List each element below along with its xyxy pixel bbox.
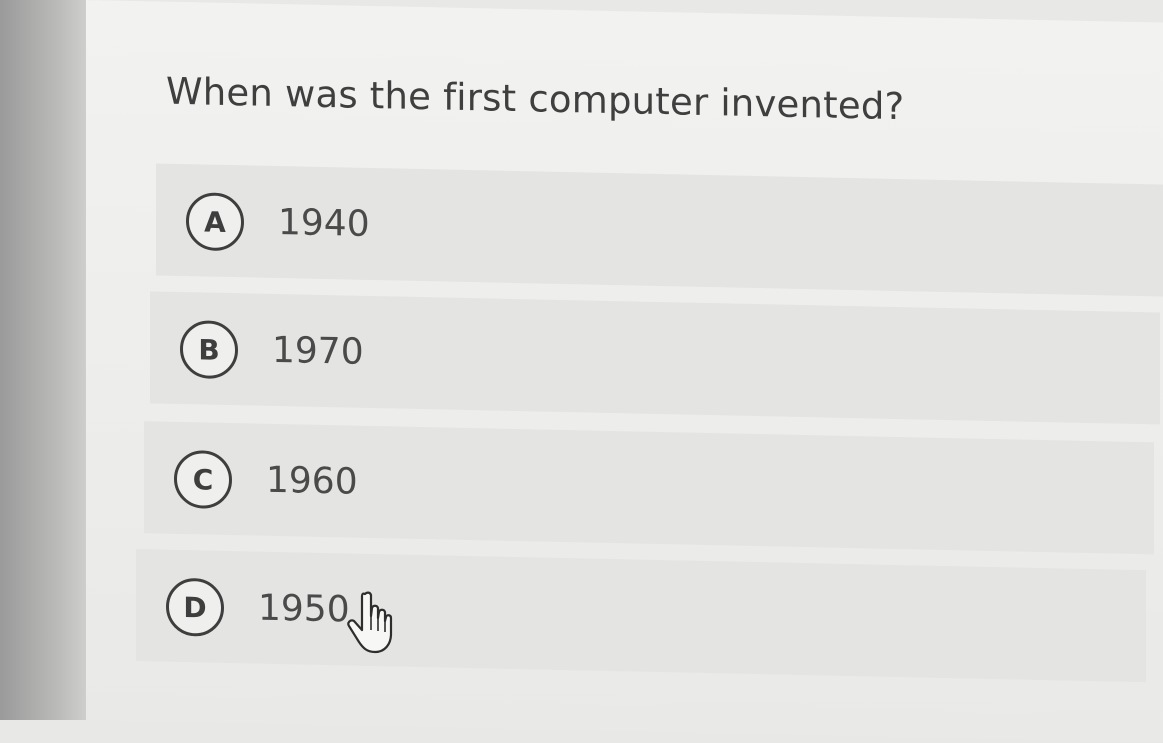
quiz-screen: When was the first computer invented? A …	[86, 0, 1163, 743]
screen-bezel	[0, 0, 92, 720]
option-answer-text: 1960	[266, 459, 358, 503]
option-letter-badge: A	[186, 192, 244, 252]
option-letter-badge: D	[166, 577, 224, 637]
option-letter-badge: B	[180, 319, 238, 380]
option-answer-text: 1940	[278, 202, 370, 245]
answer-option-c[interactable]: C 1960	[144, 421, 1154, 555]
hand-pointer-icon	[347, 591, 393, 654]
question-text: When was the first computer invented?	[166, 69, 905, 129]
option-letter-badge: C	[174, 449, 232, 510]
answer-option-b[interactable]: B 1970	[150, 291, 1160, 425]
answer-option-d[interactable]: D 1950	[136, 549, 1146, 683]
answer-option-a[interactable]: A 1940	[156, 163, 1163, 297]
option-answer-text: 1950	[258, 587, 350, 631]
option-answer-text: 1970	[272, 329, 364, 373]
